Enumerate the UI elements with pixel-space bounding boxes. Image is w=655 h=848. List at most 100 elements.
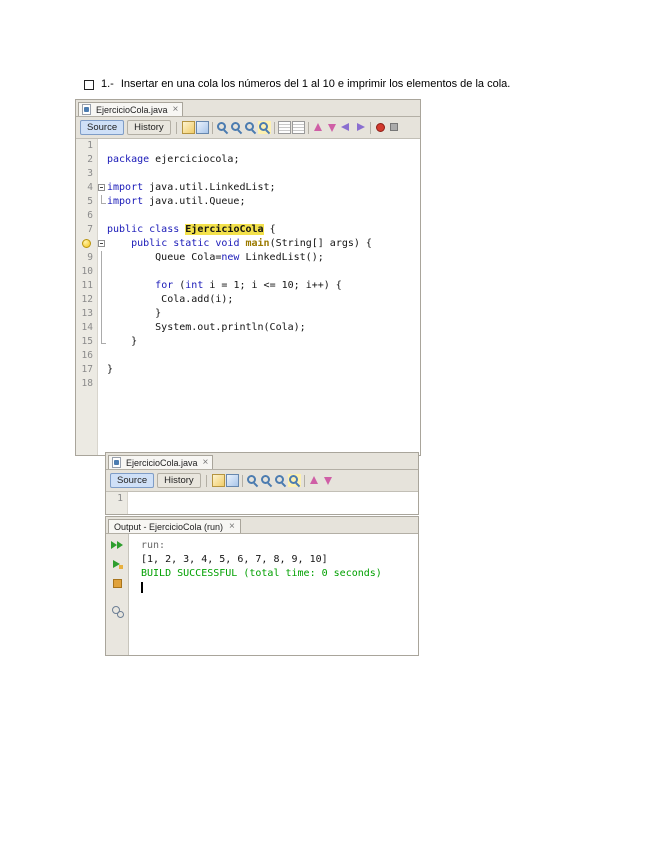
output-action-rail (106, 534, 129, 655)
line-number: 5 (76, 195, 97, 209)
code-text: Cola.add(i); (107, 293, 233, 307)
fold-toggle-icon[interactable] (97, 237, 107, 251)
line-number: 10 (76, 265, 97, 279)
tab-close-icon[interactable]: × (203, 458, 209, 468)
ide-window-main: EjercicioCola.java × Source History 12pa… (75, 99, 421, 456)
code-line: 1 (76, 139, 420, 153)
code-line: 10 (76, 265, 420, 279)
diff-icon[interactable] (196, 121, 209, 134)
editor-tab-bar-secondary: EjercicioCola.java × (106, 453, 418, 470)
line-number: 18 (76, 377, 97, 391)
task-item: 1.- Insertar en una cola los números del… (84, 78, 584, 90)
output-console[interactable]: run:[1, 2, 3, 4, 5, 6, 7, 8, 9, 10]BUILD… (129, 534, 418, 655)
line-number: 16 (76, 349, 97, 363)
line-number: 13 (76, 307, 97, 321)
output-line: run: (141, 539, 418, 553)
output-panel: Output - EjercicioCola (run) × run:[1, 2… (105, 516, 419, 656)
previous-bookmark-icon[interactable] (312, 121, 325, 134)
line-number: 3 (76, 167, 97, 181)
toolbar-separator (308, 122, 309, 134)
editor-toolbar: Source History (76, 117, 420, 139)
line-number: 17 (76, 363, 97, 377)
fold-column (97, 209, 107, 223)
find-next-icon[interactable] (230, 121, 243, 134)
editor-tab-bar: EjercicioCola.java × (76, 100, 420, 117)
code-line: 12 Cola.add(i); (76, 293, 420, 307)
tab-ejerciciocola[interactable]: EjercicioCola.java × (78, 102, 183, 116)
fold-column (127, 492, 137, 506)
code-editor-secondary[interactable]: 1 (106, 492, 418, 514)
line-number: 7 (76, 223, 97, 237)
next-bookmark-icon[interactable] (322, 474, 335, 487)
history-button[interactable]: History (127, 120, 171, 135)
code-editor[interactable]: 12package ejerciciocola;34import java.ut… (76, 139, 420, 455)
code-line: 17} (76, 363, 420, 377)
last-edit-icon[interactable] (182, 121, 195, 134)
code-line: 1 (106, 492, 418, 506)
output-tab-label: Output - EjercicioCola (run) (114, 522, 223, 532)
code-text: } (107, 363, 113, 377)
line-number: 12 (76, 293, 97, 307)
fold-column (97, 321, 107, 335)
tab-close-icon[interactable]: × (229, 522, 235, 532)
shift-right-icon[interactable] (354, 121, 367, 134)
diff-icon[interactable] (226, 474, 239, 487)
toolbar-separator (212, 122, 213, 134)
editor-toolbar-secondary: Source History (106, 470, 418, 492)
code-text: for (int i = 1; i <= 10; i++) { (107, 279, 342, 293)
shift-left-icon[interactable] (340, 121, 353, 134)
tab-close-icon[interactable]: × (173, 105, 179, 115)
code-line: 3 (76, 167, 420, 181)
document-page: 1.- Insertar en una cola los números del… (0, 0, 655, 848)
source-button[interactable]: Source (80, 120, 124, 135)
tab-output-run[interactable]: Output - EjercicioCola (run) × (108, 519, 241, 533)
fold-column (97, 363, 107, 377)
fold-column (97, 195, 107, 209)
line-number: 15 (76, 335, 97, 349)
stop-macro-icon[interactable] (388, 121, 401, 134)
find-previous-icon[interactable] (274, 474, 287, 487)
code-line: 2package ejerciciocola; (76, 153, 420, 167)
code-text: } (107, 307, 161, 321)
stop-build-icon[interactable] (111, 577, 124, 590)
fold-column (97, 139, 107, 153)
task-checkbox[interactable] (84, 80, 94, 90)
find-selection-icon[interactable] (216, 121, 229, 134)
history-button[interactable]: History (157, 473, 201, 488)
code-line: 18 (76, 377, 420, 391)
tab-ejerciciocola-secondary[interactable]: EjercicioCola.java × (108, 455, 213, 469)
code-text: public class EjercicioCola { (107, 223, 276, 237)
find-next-icon[interactable] (260, 474, 273, 487)
warning-bulb-icon[interactable] (76, 237, 97, 251)
toggle-highlight-icon[interactable] (258, 121, 271, 134)
ide-window-secondary: EjercicioCola.java × Source History 1 (105, 452, 419, 515)
toggle-highlight-icon[interactable] (288, 474, 301, 487)
find-selection-icon[interactable] (246, 474, 259, 487)
next-bookmark-icon[interactable] (326, 121, 339, 134)
start-macro-icon[interactable] (374, 121, 387, 134)
output-line (141, 581, 418, 595)
java-file-icon (81, 104, 93, 116)
rerun-alt-icon[interactable] (111, 558, 124, 571)
line-number: 1 (106, 492, 127, 506)
fold-column (97, 279, 107, 293)
code-line: 4import java.util.LinkedList; (76, 181, 420, 195)
line-number: 2 (76, 153, 97, 167)
source-button[interactable]: Source (110, 473, 154, 488)
fold-column (97, 335, 107, 349)
find-previous-icon[interactable] (244, 121, 257, 134)
code-text: public static void main(String[] args) { (107, 237, 372, 251)
toolbar-separator (206, 475, 207, 487)
code-text: } (107, 335, 137, 349)
fold-toggle-icon[interactable] (97, 181, 107, 195)
rerun-icon[interactable] (111, 539, 124, 552)
code-line: 7 public class EjercicioCola { (76, 223, 420, 237)
code-line: 14 System.out.println(Cola); (76, 321, 420, 335)
ant-settings-icon[interactable] (111, 605, 124, 618)
uncomment-icon[interactable] (292, 121, 305, 134)
previous-bookmark-icon[interactable] (308, 474, 321, 487)
last-edit-icon[interactable] (212, 474, 225, 487)
code-text: import java.util.Queue; (107, 195, 245, 209)
code-line: public static void main(String[] args) { (76, 237, 420, 251)
comment-icon[interactable] (278, 121, 291, 134)
